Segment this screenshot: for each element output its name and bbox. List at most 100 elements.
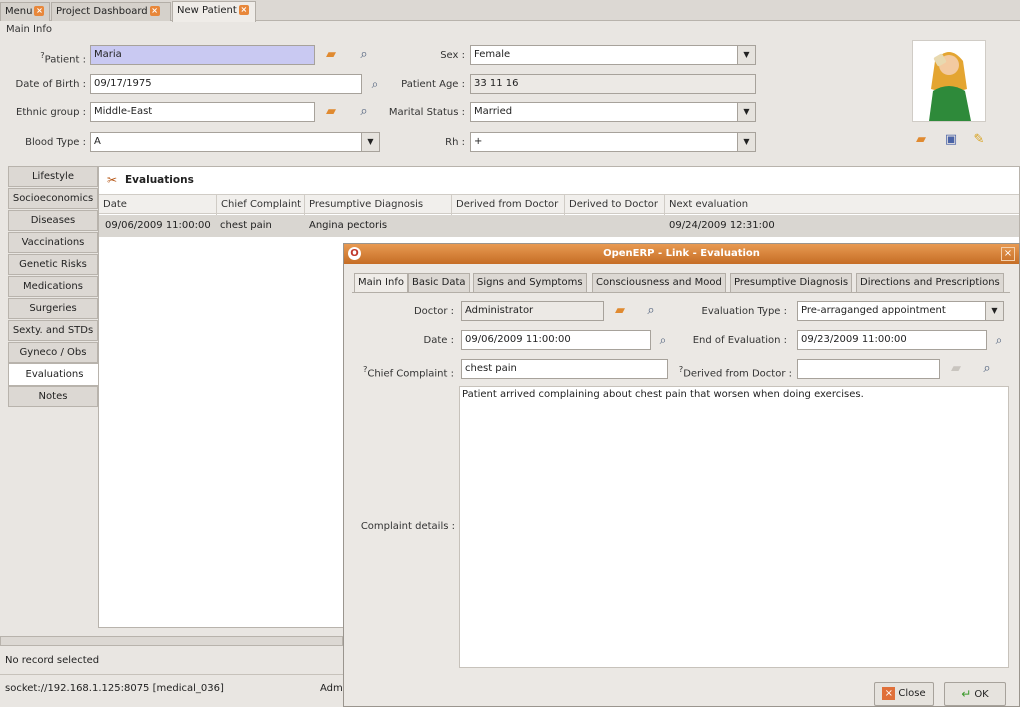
side-tab-evaluations[interactable]: Evaluations bbox=[8, 363, 100, 386]
sex-value: Female bbox=[474, 49, 511, 60]
close-icon[interactable]: × bbox=[34, 6, 45, 16]
folder-open-icon[interactable]: ▰ bbox=[611, 302, 629, 320]
column-header-date[interactable]: Date bbox=[99, 195, 217, 215]
chevron-down-icon[interactable]: ▼ bbox=[737, 103, 755, 121]
search-record-icon[interactable]: ⌕ bbox=[355, 103, 373, 121]
top-tab-bar: Menu × Project Dashboard × New Patient × bbox=[0, 0, 1020, 22]
divider bbox=[352, 292, 1010, 293]
chevron-down-icon[interactable]: ▼ bbox=[361, 133, 379, 151]
column-header-derived-to-doctor[interactable]: Derived to Doctor bbox=[565, 195, 665, 215]
chief-complaint-label: ?Chief Complaint : bbox=[354, 364, 454, 379]
derived-from-doctor-field[interactable] bbox=[797, 359, 940, 379]
dialog-tab-directions-prescriptions[interactable]: Directions and Prescriptions bbox=[856, 273, 1004, 293]
folder-open-icon[interactable]: ▰ bbox=[322, 46, 340, 64]
chevron-down-icon[interactable]: ▼ bbox=[985, 302, 1003, 320]
folder-open-icon[interactable]: ▰ bbox=[912, 131, 930, 149]
calendar-search-icon[interactable]: ⌕ bbox=[366, 75, 384, 93]
dob-field[interactable]: 09/17/1975 bbox=[90, 74, 362, 94]
tab-project-dashboard[interactable]: Project Dashboard × bbox=[51, 2, 171, 21]
marital-value: Married bbox=[474, 106, 513, 117]
tools-icon: ✂ bbox=[107, 173, 118, 187]
cell-date: 09/06/2009 11:00:00 bbox=[105, 220, 211, 231]
end-evaluation-field[interactable]: 09/23/2009 11:00:00 bbox=[797, 330, 987, 350]
dialog-tab-consciousness-mood[interactable]: Consciousness and Mood bbox=[592, 273, 726, 293]
rh-select[interactable]: + ▼ bbox=[470, 132, 756, 152]
evaluation-type-select[interactable]: Pre-arraganged appointment ▼ bbox=[797, 301, 1004, 321]
sex-label: Sex : bbox=[440, 50, 465, 61]
side-tab-surgeries[interactable]: Surgeries bbox=[8, 298, 98, 319]
dialog-title-bar[interactable]: OpenERP - Link - Evaluation bbox=[344, 244, 1019, 264]
side-tab-genetic-risks[interactable]: Genetic Risks bbox=[8, 254, 98, 275]
close-icon[interactable]: × bbox=[149, 6, 160, 16]
record-status: No record selected bbox=[5, 655, 100, 666]
side-tab-medications[interactable]: Medications bbox=[8, 276, 98, 297]
patient-field[interactable]: Maria bbox=[90, 45, 315, 65]
blood-label: Blood Type : bbox=[25, 137, 86, 148]
cell-presumptive-diagnosis: Angina pectoris bbox=[309, 220, 388, 231]
evaluation-dialog: OpenERP - Link - Evaluation O × Main Inf… bbox=[343, 243, 1020, 707]
close-icon: × bbox=[882, 686, 896, 700]
ethnic-field[interactable]: Middle-East bbox=[90, 102, 315, 122]
column-header-chief-complaint[interactable]: Chief Complaint bbox=[217, 195, 305, 215]
side-tab-socioeconomics[interactable]: Socioeconomics bbox=[8, 188, 98, 209]
section-label: Main Info bbox=[6, 24, 52, 35]
sex-select[interactable]: Female ▼ bbox=[470, 45, 756, 65]
doctor-label: Doctor : bbox=[413, 306, 454, 317]
side-tab-notes[interactable]: Notes bbox=[8, 386, 98, 407]
divider bbox=[0, 674, 343, 675]
dialog-tab-main-info[interactable]: Main Info bbox=[354, 273, 408, 293]
age-field: 33 11 16 bbox=[470, 74, 756, 94]
column-header-presumptive-diagnosis[interactable]: Presumptive Diagnosis bbox=[305, 195, 452, 215]
ok-button[interactable]: ↵ OK bbox=[944, 682, 1006, 706]
doctor-field[interactable]: Administrator bbox=[461, 301, 604, 321]
clear-broom-icon[interactable]: ✎ bbox=[970, 131, 988, 149]
chevron-down-icon[interactable]: ▼ bbox=[737, 46, 755, 64]
side-tab-lifestyle[interactable]: Lifestyle bbox=[8, 166, 98, 187]
evaluation-type-label: Evaluation Type : bbox=[701, 306, 787, 317]
folder-open-icon[interactable]: ▰ bbox=[322, 103, 340, 121]
calendar-search-icon[interactable]: ⌕ bbox=[654, 331, 672, 349]
dob-label: Date of Birth : bbox=[15, 79, 86, 90]
patient-label-text: Patient : bbox=[44, 54, 86, 66]
chevron-down-icon[interactable]: ▼ bbox=[737, 133, 755, 151]
cell-chief-complaint: chest pain bbox=[220, 220, 272, 231]
marital-select[interactable]: Married ▼ bbox=[470, 102, 756, 122]
ok-button-label: OK bbox=[974, 689, 989, 700]
close-icon[interactable]: × bbox=[238, 5, 249, 15]
blood-select[interactable]: A ▼ bbox=[90, 132, 380, 152]
column-header-derived-from-doctor[interactable]: Derived from Doctor bbox=[452, 195, 565, 215]
folder-open-icon: ▰ bbox=[951, 361, 961, 376]
evaluations-title: Evaluations bbox=[125, 174, 194, 186]
dialog-tab-basic-data[interactable]: Basic Data bbox=[408, 273, 470, 293]
close-button[interactable]: × Close bbox=[874, 682, 934, 706]
save-icon[interactable]: ▣ bbox=[942, 131, 960, 149]
search-record-icon[interactable]: ⌕ bbox=[355, 46, 373, 64]
horizontal-scrollbar[interactable] bbox=[0, 636, 343, 646]
table-header: Date Chief Complaint Presumptive Diagnos… bbox=[99, 194, 1019, 215]
side-tab-diseases[interactable]: Diseases bbox=[8, 210, 98, 231]
close-icon[interactable]: × bbox=[1001, 247, 1015, 261]
search-record-icon[interactable]: ⌕ bbox=[642, 302, 660, 320]
complaint-details-textarea[interactable]: Patient arrived complaining about chest … bbox=[459, 386, 1009, 668]
avatar-illustration bbox=[929, 52, 971, 121]
date-label: Date : bbox=[423, 335, 454, 346]
side-tab-vaccinations[interactable]: Vaccinations bbox=[8, 232, 98, 253]
tab-menu[interactable]: Menu × bbox=[0, 2, 50, 21]
side-tab-sexty-stds[interactable]: Sexty. and STDs bbox=[8, 320, 98, 341]
chief-complaint-field[interactable]: chest pain bbox=[461, 359, 668, 379]
dialog-tab-signs-symptoms[interactable]: Signs and Symptoms bbox=[473, 273, 587, 293]
column-header-next-evaluation[interactable]: Next evaluation bbox=[665, 195, 1019, 215]
dialog-tab-presumptive-diagnosis[interactable]: Presumptive Diagnosis bbox=[730, 273, 853, 293]
derived-from-doctor-label-text: Derived from Doctor : bbox=[683, 368, 792, 380]
complaint-details-label: Complaint details : bbox=[360, 521, 455, 532]
date-field[interactable]: 09/06/2009 11:00:00 bbox=[461, 330, 651, 350]
side-tab-gyneco-obs[interactable]: Gyneco / Obs bbox=[8, 342, 98, 363]
close-button-label: Close bbox=[898, 688, 926, 699]
tab-new-patient[interactable]: New Patient × bbox=[172, 1, 256, 22]
calendar-search-icon[interactable]: ⌕ bbox=[990, 331, 1008, 349]
blood-value: A bbox=[94, 136, 101, 147]
table-row[interactable]: 09/06/2009 11:00:00 chest pain Angina pe… bbox=[99, 215, 1019, 237]
search-record-icon[interactable]: ⌕ bbox=[978, 360, 996, 378]
derived-from-doctor-label: ?Derived from Doctor : bbox=[674, 364, 792, 379]
rh-value: + bbox=[474, 136, 483, 147]
